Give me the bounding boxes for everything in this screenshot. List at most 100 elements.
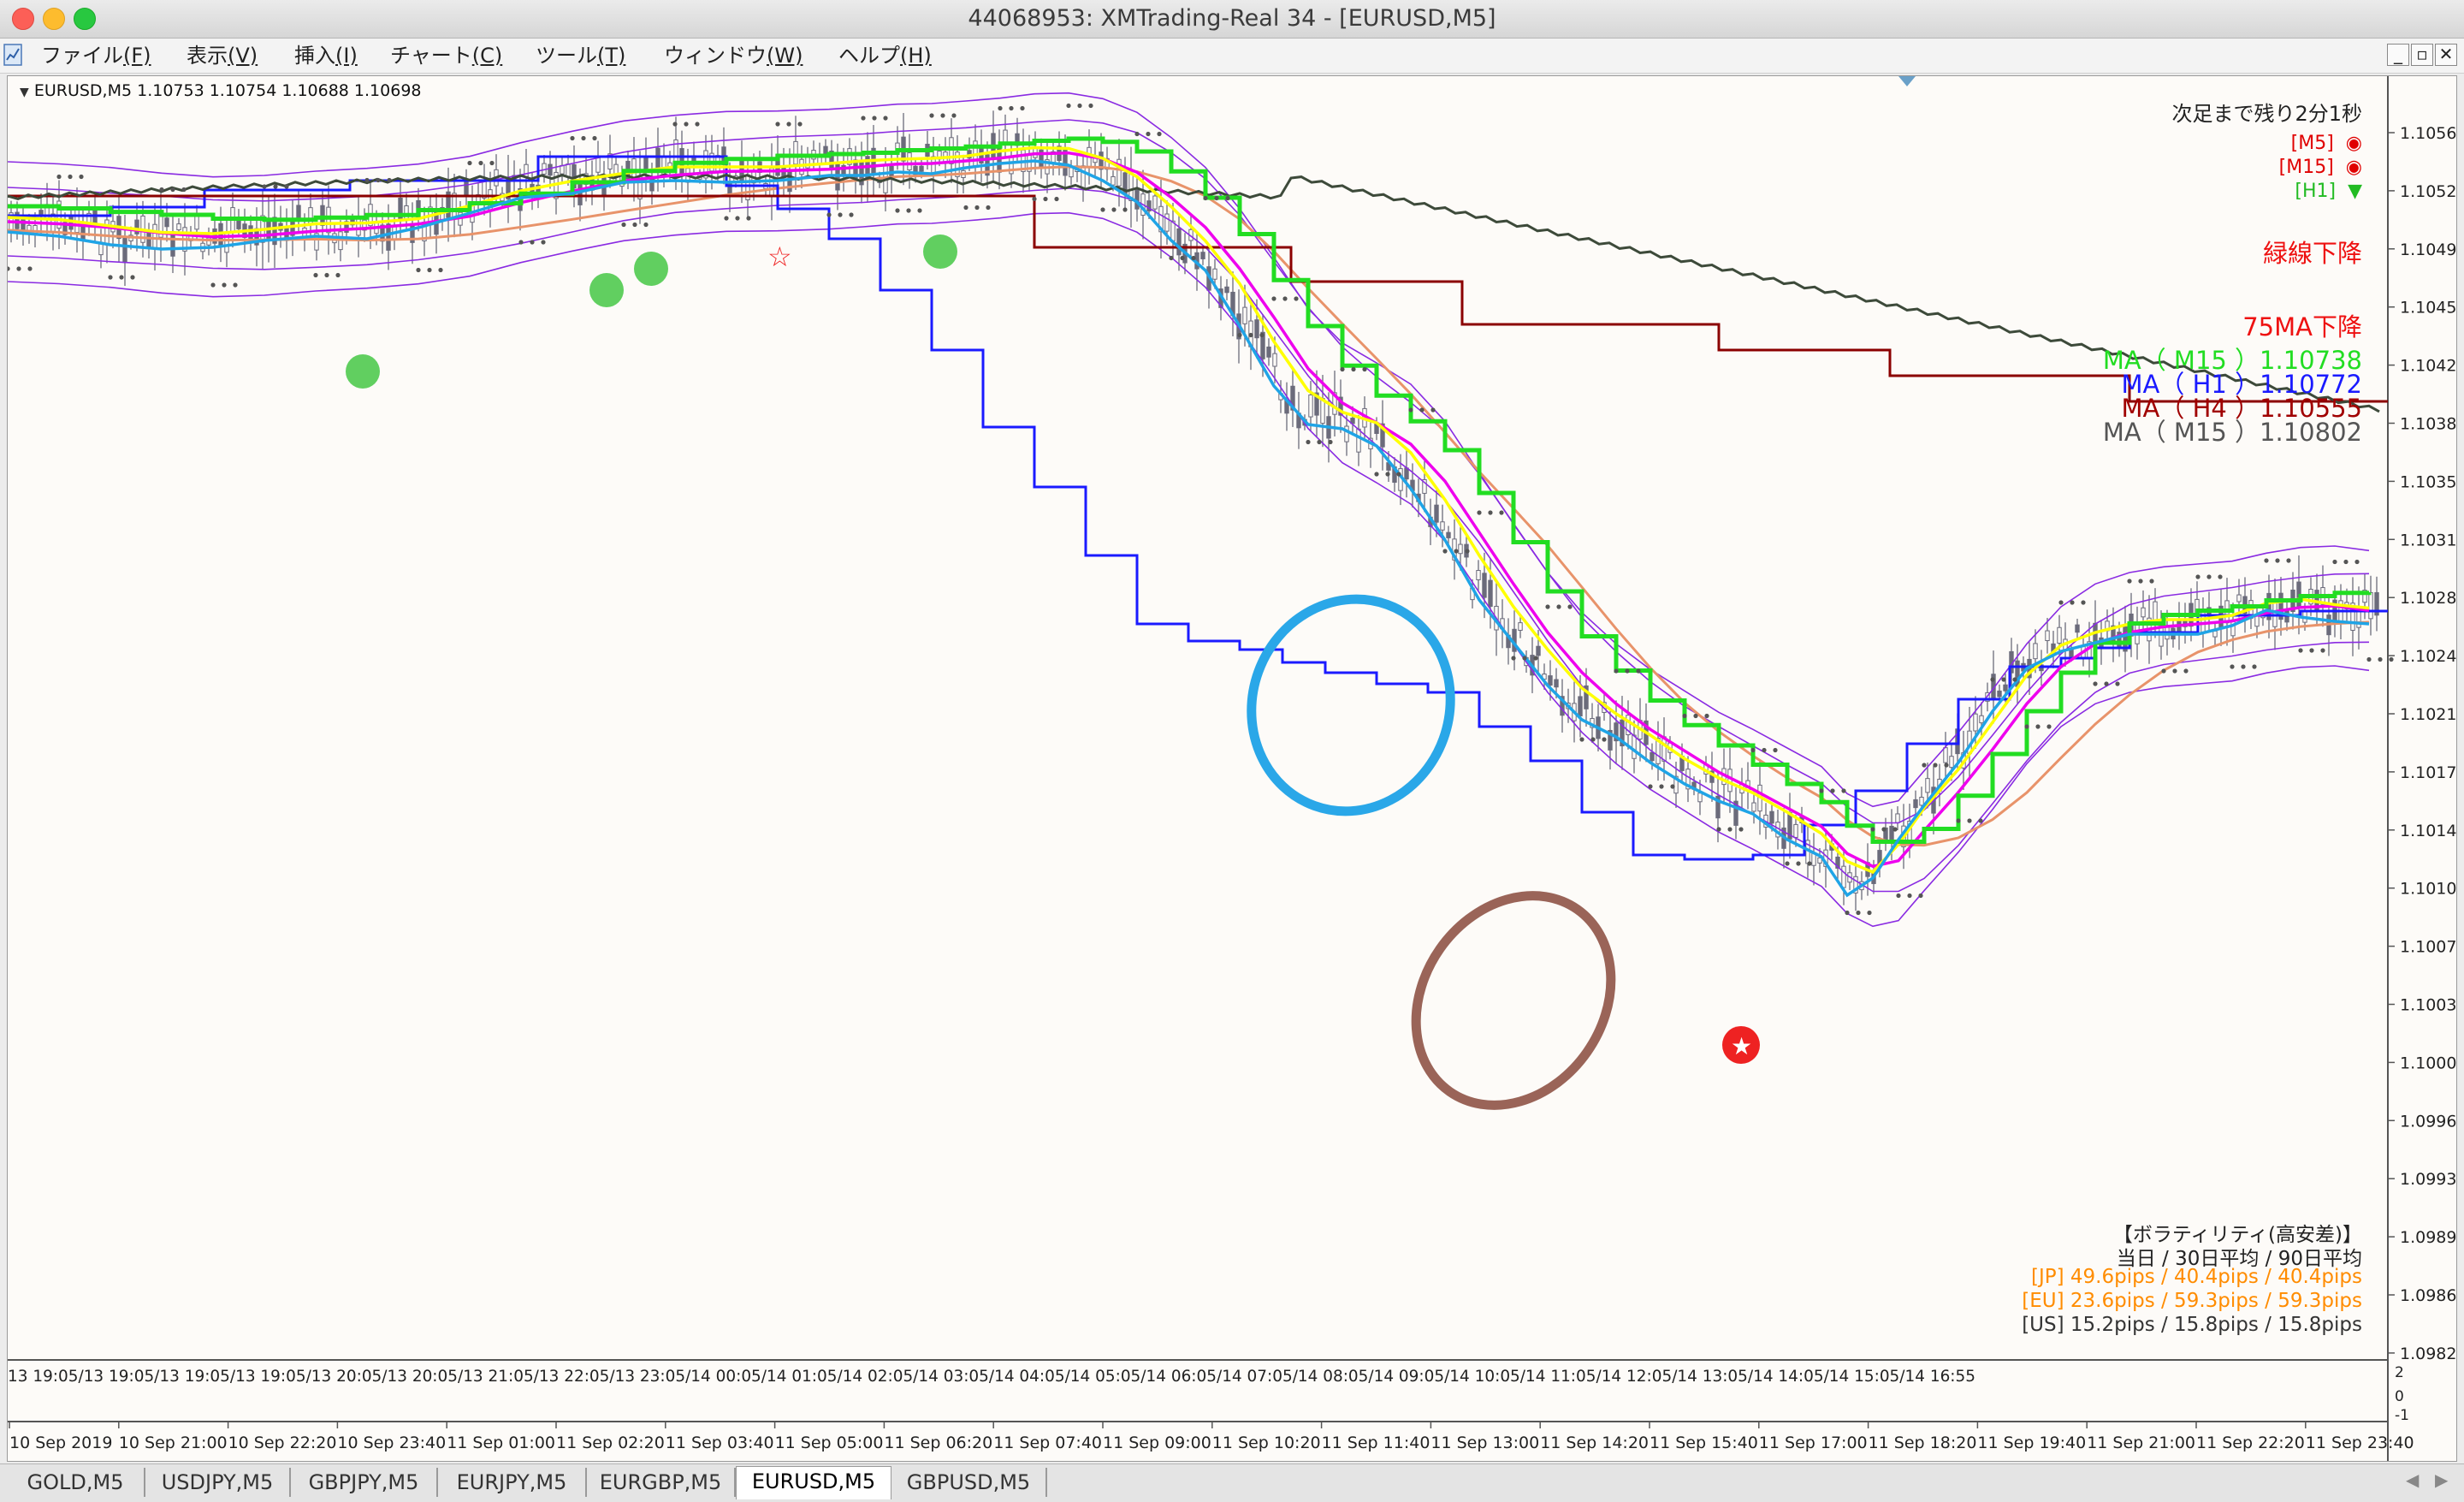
parabolic-sar-dot [427,267,432,273]
symbol-ohlc-text: EURUSD,M5 1.10753 1.10754 1.10688 1.1069… [33,81,422,100]
candle-body [1997,690,2002,698]
parabolic-sar-dot [2001,677,2006,682]
parabolic-sar-dot [56,174,62,180]
parabolic-sar-dot [2195,574,2200,579]
star-glyph-icon: ★ [1731,1032,1752,1060]
menu-window[interactable]: ウィンドウ(W) [664,42,803,69]
menu-file[interactable]: ファイル(F) [41,42,151,69]
candle-body [793,140,798,165]
signal-h1: [H1] ▼ [2295,181,2362,202]
child-restore-button[interactable]: ▫ [2411,44,2433,66]
parabolic-sar-dot [489,160,495,166]
price-tick-label: 1.09930 [2400,1170,2456,1189]
price-tick-label: 1.10560 [2400,124,2456,143]
parabolic-sar-dot [1032,196,1037,202]
parabolic-sar-dot [1408,407,1413,413]
parabolic-sar-dot [695,122,700,127]
tab-eurusd[interactable]: EURUSD,M5 [736,1466,891,1499]
time-tick-label: 10 Sep 22:20 [228,1434,337,1452]
parabolic-sar-dot [1522,656,1527,661]
parabolic-sar-dot [1693,713,1698,719]
parabolic-sar-dot [1727,827,1732,832]
candle-body [1476,570,1481,580]
parabolic-sar-dot [2172,668,2177,674]
parabolic-sar-dot [951,113,957,118]
parabolic-sar-dot [1054,196,1059,202]
parabolic-sar-dot [2058,600,2064,605]
menu-tools[interactable]: ツール(T) [536,42,625,69]
parabolic-sar-dot [2332,559,2337,565]
menu-help[interactable]: ヘルプ(H) [838,42,932,69]
parabolic-sar-dot [27,266,33,271]
parabolic-sar-dot [1465,549,1470,554]
child-minimize-button[interactable]: _ [2387,44,2409,66]
time-tick-label: 11 Sep 11:40 [1322,1434,1430,1452]
parabolic-sar-dot [1430,407,1436,413]
tab-scroll-right-icon[interactable]: ▶ [2435,1469,2448,1490]
candle-body [146,232,151,249]
candle-body [1769,810,1774,824]
parabolic-sar-dot [1796,861,1801,866]
time-tick-label: 11 Sep 09:00 [1103,1434,1211,1452]
parabolic-sar-dot [1203,195,1208,201]
parabolic-sar-dot [1956,818,1961,823]
tab-eurjpy[interactable]: EURJPY,M5 [438,1468,587,1497]
parabolic-sar-dot [1419,407,1424,413]
parabolic-sar-dot [1100,207,1105,212]
candle-body [1356,428,1361,453]
parabolic-sar-dot [1841,788,1846,793]
candle-body [1254,319,1259,339]
price-tick-label: 1.09860 [2400,1286,2456,1305]
parabolic-sar-dot [1845,910,1850,916]
tab-gbpjpy[interactable]: GBPJPY,M5 [291,1468,438,1497]
candle-body [1793,823,1798,838]
candle-body [1308,394,1313,418]
parabolic-sar-dot [1111,207,1116,212]
candle-body [524,163,529,177]
menu-chart[interactable]: チャート(C) [390,42,502,69]
parabolic-sar-dot [2309,648,2314,653]
volatility-eu: [EU] 23.6pips / 59.3pips / 59.3pips [2022,1290,2362,1312]
parabolic-sar-dot [2046,724,2052,729]
tab-gold[interactable]: GOLD,M5 [7,1468,145,1497]
candle-body [1242,306,1247,324]
parabolic-sar-dot [2127,579,2132,584]
parabolic-sar-dot [1922,763,1927,768]
tab-scroll-left-icon[interactable]: ◀ [2406,1469,2419,1490]
parabolic-sar-dot [1785,861,1790,866]
parabolic-sar-dot [1317,439,1322,445]
price-chart[interactable]: ★ ☆ 1.105601.105251.104901.104551.104201.… [8,76,2456,1461]
candle-body [1272,353,1277,367]
parabolic-sar-dot [1134,131,1140,137]
chart-document-icon[interactable] [3,44,22,66]
time-tick-label: 11 Sep 03:40 [666,1434,774,1452]
parabolic-sar-dot [775,122,780,127]
candle-body [1895,813,1900,823]
parabolic-sar-dot [541,240,546,245]
menu-insert[interactable]: 挿入(I) [294,42,358,69]
tab-gbpusd[interactable]: GBPUSD,M5 [891,1468,1047,1497]
buy-signal-star-icon: ☆ [767,240,792,273]
parabolic-sar-dot [1499,510,1504,515]
parabolic-sar-dot [170,187,175,193]
time-tick-label: 11 Sep 18:20 [1869,1434,1977,1452]
parabolic-sar-dot [2183,668,2189,674]
collapse-arrow-icon[interactable]: ▼ [20,86,29,99]
menu-view[interactable]: 表示(V) [187,42,258,69]
parabolic-sar-dot [284,184,289,189]
price-axis: 1.10560 1.10525 1.10490 1.10455 1.10420 1.103… [2388,124,2456,1363]
price-tick-label: 1.09825 [2400,1345,2456,1363]
chart-window[interactable]: ★ ☆ 1.105601.105251.104901.104551.104201.… [7,75,2457,1462]
tab-eurgbp[interactable]: EURGBP,M5 [587,1468,736,1497]
parabolic-sar-dot [2218,574,2223,579]
price-tick-label: 1.10455 [2400,299,2456,318]
child-close-button[interactable]: ✕ [2435,44,2457,66]
candle-body [1081,165,1086,188]
parabolic-sar-dot [2149,579,2154,584]
parabolic-sar-dot [335,272,341,278]
parabolic-sar-dot [1704,713,1709,719]
candle-body [1434,504,1439,523]
candle-body [566,163,571,177]
price-tick-label: 1.10280 [2400,589,2456,608]
tab-usdjpy[interactable]: USDJPY,M5 [145,1468,291,1497]
